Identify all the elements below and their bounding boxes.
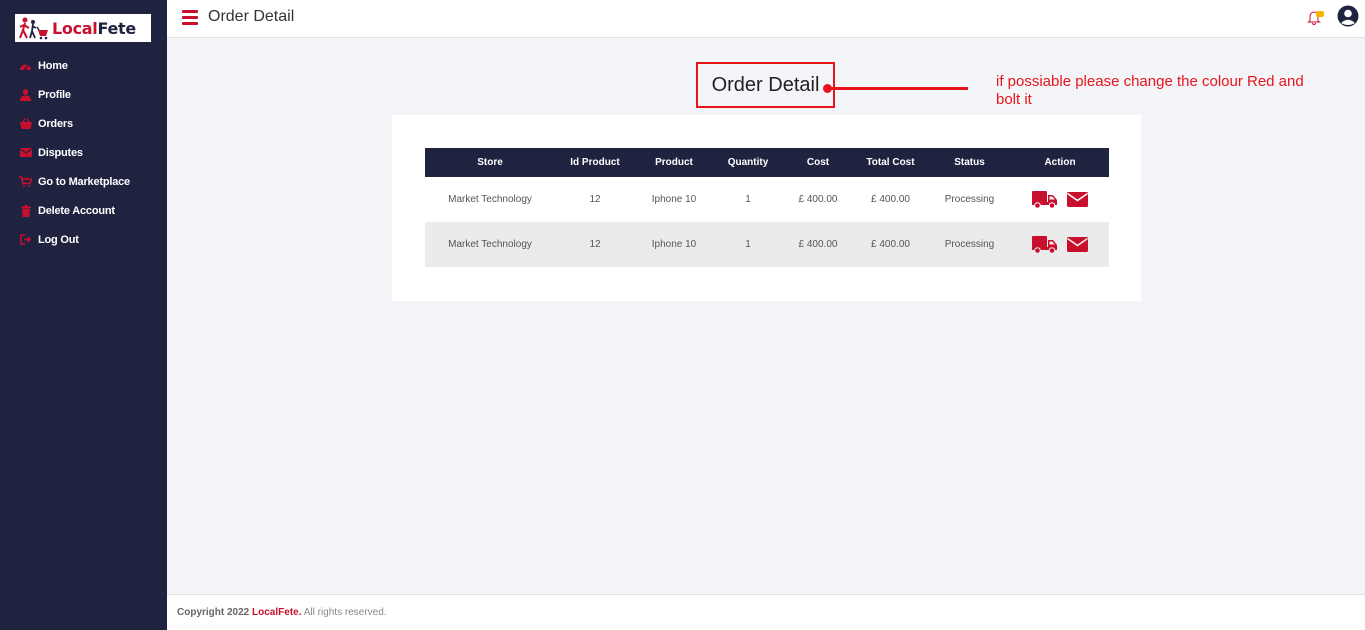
cell-quantity: 1 xyxy=(745,194,751,205)
cell-status: Processing xyxy=(944,194,995,205)
col-action: Action xyxy=(1044,157,1076,168)
cell-status: Processing xyxy=(944,239,995,250)
logo[interactable]: LocalFete xyxy=(15,14,151,42)
sidebar-item-orders[interactable]: Orders xyxy=(0,109,167,138)
logo-text: LocalFete xyxy=(52,18,136,38)
sidebar-item-label: Orders xyxy=(38,117,73,130)
table-header-row: Store Id Product Product Quantity Cost T… xyxy=(425,148,1109,177)
annotated-title: Order Detail xyxy=(711,73,820,96)
sidebar: LocalFete Home Profile Orders Disputes G… xyxy=(0,0,167,630)
cell-cost: £ 400.00 xyxy=(798,194,838,205)
trash-icon xyxy=(19,204,32,217)
cell-total-cost: £ 400.00 xyxy=(871,239,910,250)
annotation-arrow-dot xyxy=(823,84,832,93)
logo-mark-icon xyxy=(18,15,52,41)
order-card: Store Id Product Product Quantity Cost T… xyxy=(392,115,1141,301)
sidebar-item-logout[interactable]: Log Out xyxy=(0,225,167,254)
user-icon xyxy=(19,88,32,101)
sidebar-item-profile[interactable]: Profile xyxy=(0,80,167,109)
cart-icon xyxy=(19,175,32,188)
sidebar-item-home[interactable]: Home xyxy=(0,51,167,80)
hamburger-menu-icon[interactable] xyxy=(182,10,198,25)
col-quantity: Quantity xyxy=(727,157,769,168)
copyright-text: Copyright 2022 LocalFete. All rights res… xyxy=(177,607,387,618)
page-title: Order Detail xyxy=(208,8,295,25)
truck-icon[interactable] xyxy=(1032,235,1058,254)
envelope-icon xyxy=(19,146,32,159)
col-status: Status xyxy=(954,157,985,168)
sidebar-item-label: Profile xyxy=(38,88,71,101)
cell-cost: £ 400.00 xyxy=(798,239,838,250)
envelope-icon[interactable] xyxy=(1067,192,1088,207)
user-avatar-icon[interactable] xyxy=(1337,5,1359,27)
cell-product: Iphone 10 xyxy=(651,239,697,250)
sign-out-icon xyxy=(19,233,32,246)
annotation-note: if possiable please change the colour Re… xyxy=(996,73,1304,108)
sidebar-item-label: Log Out xyxy=(38,233,79,246)
table-row: Market Technology 12 Iphone 10 1 £ 400.0… xyxy=(425,222,1109,267)
copyright-suffix: All rights reserved. xyxy=(303,607,387,618)
envelope-icon[interactable] xyxy=(1067,237,1088,252)
sidebar-item-label: Delete Account xyxy=(38,204,115,217)
cell-total-cost: £ 400.00 xyxy=(871,194,910,205)
cell-action xyxy=(1011,222,1109,267)
table-row: Market Technology 12 Iphone 10 1 £ 400.0… xyxy=(425,177,1109,222)
col-cost: Cost xyxy=(806,157,830,168)
cell-product: Iphone 10 xyxy=(651,194,697,205)
sidebar-item-disputes[interactable]: Disputes xyxy=(0,138,167,167)
sidebar-item-marketplace[interactable]: Go to Marketplace xyxy=(0,167,167,196)
truck-icon[interactable] xyxy=(1032,190,1058,209)
sidebar-item-delete-account[interactable]: Delete Account xyxy=(0,196,167,225)
col-id-product: Id Product xyxy=(570,157,620,168)
sidebar-item-label: Go to Marketplace xyxy=(38,175,130,188)
footer: Copyright 2022 LocalFete. All rights res… xyxy=(167,594,1365,630)
topbar: Order Detail xyxy=(167,0,1365,38)
cell-id-product: 12 xyxy=(589,194,601,205)
bell-icon[interactable] xyxy=(1306,9,1325,25)
sidebar-item-label: Disputes xyxy=(38,146,83,159)
dashboard-icon xyxy=(19,59,32,72)
sidebar-item-label: Home xyxy=(38,59,68,72)
cell-quantity: 1 xyxy=(745,239,751,250)
col-product: Product xyxy=(655,157,693,168)
cell-id-product: 12 xyxy=(589,239,601,250)
basket-icon xyxy=(19,117,32,130)
annotation-title-box: Order Detail xyxy=(696,62,835,108)
copyright-prefix: Copyright 2022 xyxy=(177,607,250,618)
cell-store: Market Technology xyxy=(448,239,532,250)
order-table: Store Id Product Product Quantity Cost T… xyxy=(425,148,1109,267)
sidebar-nav: Home Profile Orders Disputes Go to Marke… xyxy=(0,51,167,254)
footer-brand-link[interactable]: LocalFete. xyxy=(252,607,301,618)
col-total-cost: Total Cost xyxy=(866,157,915,168)
cell-action xyxy=(1011,177,1109,222)
cell-store: Market Technology xyxy=(448,194,532,205)
col-store: Store xyxy=(477,157,503,168)
annotation-arrow-line xyxy=(825,87,968,90)
